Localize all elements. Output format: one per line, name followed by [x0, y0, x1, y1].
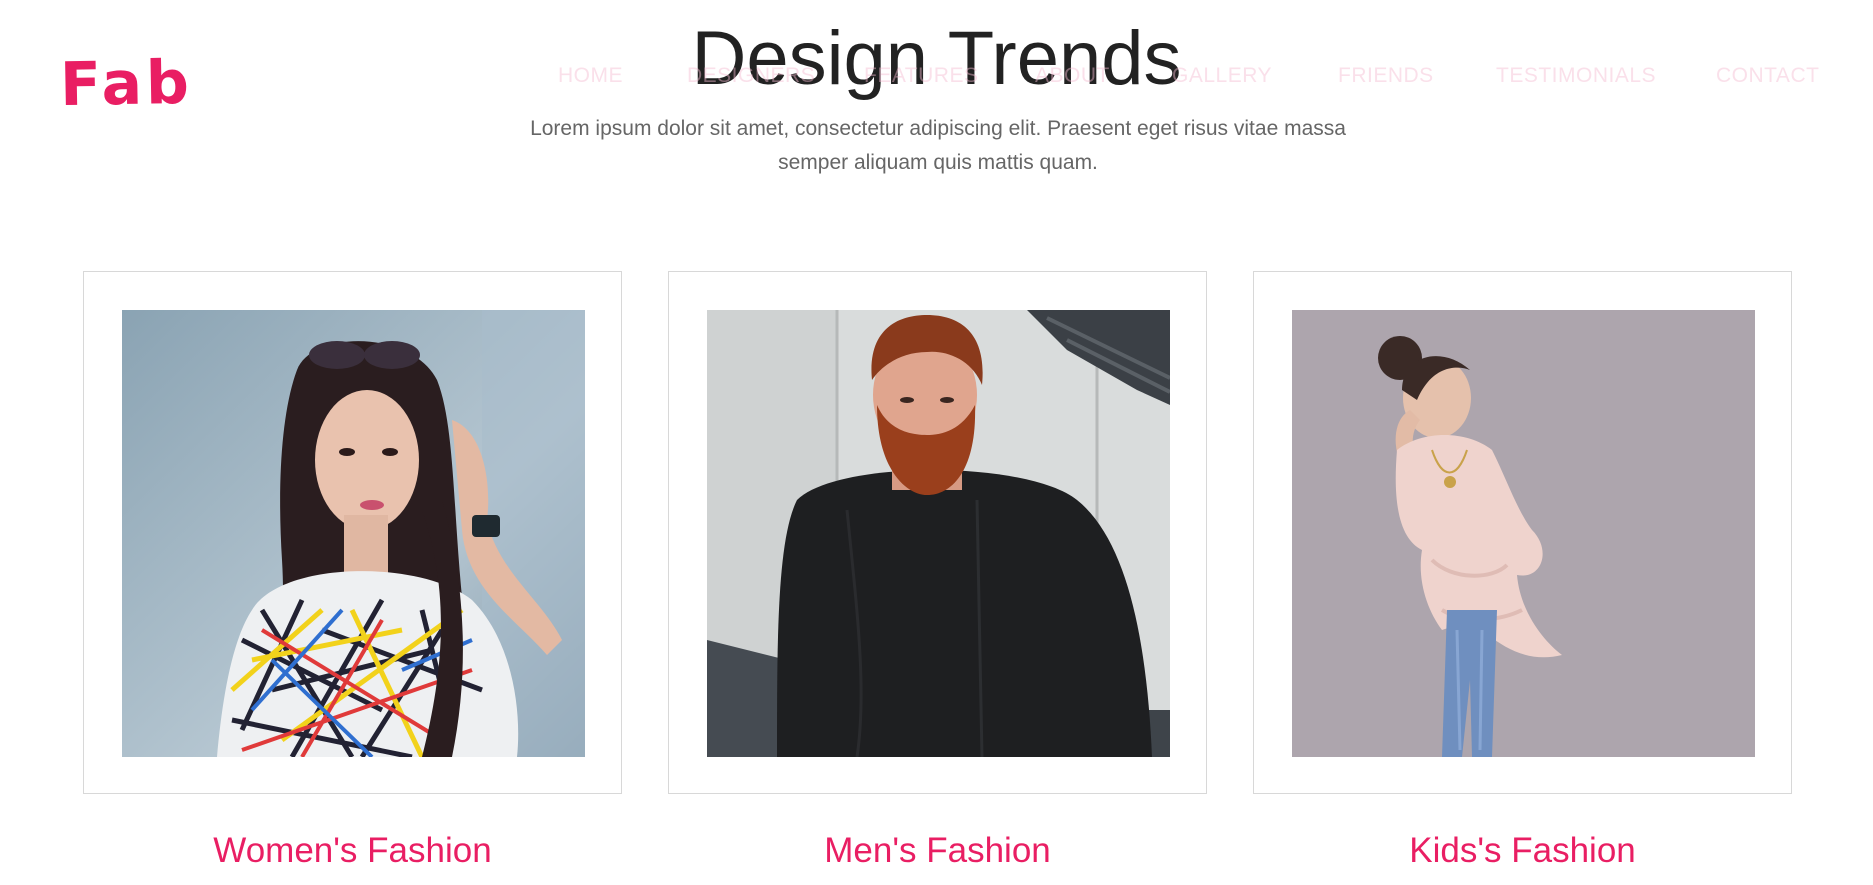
nav-item-testimonials[interactable]: TESTIMONIALS [1496, 64, 1656, 88]
woman-portrait-photo [122, 310, 585, 757]
nav-item-designers[interactable]: DESIGNERS [687, 64, 815, 88]
nav-item-contact[interactable]: CONTACT [1716, 64, 1819, 88]
nav-item-friends[interactable]: FRIENDS [1338, 64, 1434, 88]
fashion-card-men[interactable] [668, 271, 1207, 794]
nav-item-home[interactable]: HOME [558, 64, 623, 88]
card-title-women[interactable]: Women's Fashion [83, 826, 622, 876]
man-portrait-photo [707, 310, 1170, 757]
main-nav: HOME DESIGNERS FEATURES ABOUT GALLERY FR… [0, 64, 1873, 94]
nav-item-features[interactable]: FEATURES [864, 64, 978, 88]
nav-item-about[interactable]: ABOUT [1035, 64, 1110, 88]
fashion-card-women[interactable] [83, 271, 622, 794]
section-subtitle: Lorem ipsum dolor sit amet, consectetur … [530, 117, 1346, 174]
card-title-men[interactable]: Men's Fashion [668, 826, 1207, 876]
fashion-card-kids[interactable] [1253, 271, 1792, 794]
card-title-kids[interactable]: Kids's Fashion [1253, 826, 1792, 876]
nav-item-gallery[interactable]: GALLERY [1172, 64, 1272, 88]
girl-portrait-photo [1292, 310, 1755, 757]
